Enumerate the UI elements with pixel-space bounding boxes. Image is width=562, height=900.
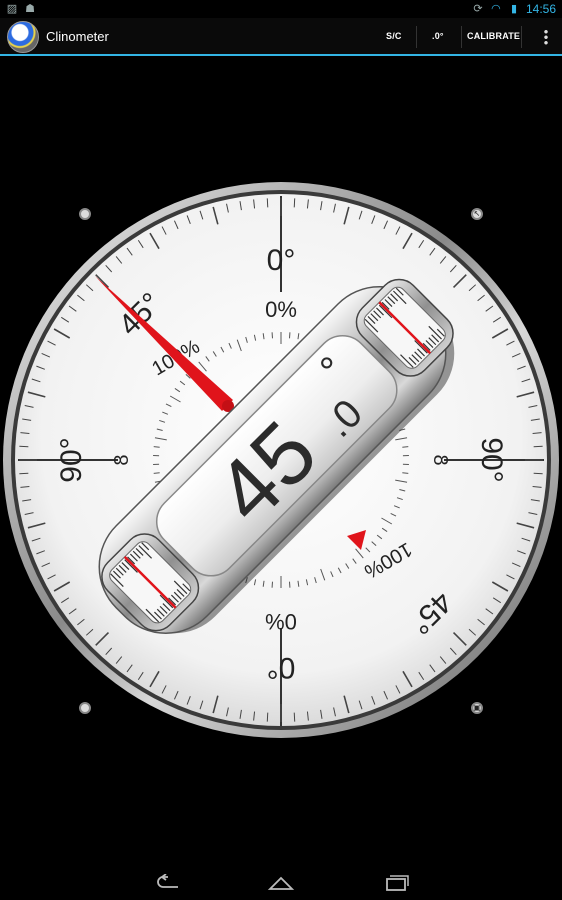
calibrate-button[interactable]: CALIBRATE xyxy=(467,31,520,41)
lock-ring-icon[interactable] xyxy=(79,208,91,220)
inner-scale-tick xyxy=(153,472,160,474)
action-bar: Clinometer S/C .0° CALIBRATE xyxy=(0,18,562,56)
app-title: Clinometer xyxy=(46,29,109,44)
inner-scale-tick xyxy=(402,446,409,448)
label-top-0-percent: 0% xyxy=(265,297,297,322)
label-right-infinity: 8 xyxy=(429,454,451,465)
back-icon[interactable] xyxy=(154,874,182,892)
wifi-icon: ◠ xyxy=(491,3,501,15)
overflow-menu-icon[interactable] xyxy=(544,29,548,45)
navigation-bar xyxy=(0,866,562,900)
label-right-90-deg: 90° xyxy=(475,437,508,482)
image-icon: ▨ xyxy=(6,3,18,15)
battery-icon: ▮ xyxy=(510,3,517,15)
android-icon: ☗ xyxy=(25,3,35,15)
action-separator xyxy=(461,26,462,48)
decimal-button[interactable]: .0° xyxy=(432,31,444,41)
label-bottom-0-deg: 0° xyxy=(267,651,296,684)
rotate-icon: ⟳ xyxy=(473,3,483,15)
status-time: 14:56 xyxy=(525,2,556,16)
arrow-icon[interactable]: ↖ xyxy=(471,208,483,220)
clinometer-gauge: 0° 0° 90° 90° 45° 45° 0% 0% 100% 100% 8 … xyxy=(3,182,559,738)
home-icon[interactable] xyxy=(267,874,295,892)
label-top-0-deg: 0° xyxy=(267,244,296,277)
recent-apps-icon[interactable] xyxy=(382,874,410,892)
label-left-90-deg: 90° xyxy=(55,437,88,482)
label-bottom-0-percent: 0% xyxy=(265,609,297,634)
lock-icon[interactable]: ▣ xyxy=(471,702,483,714)
inner-scale-tick xyxy=(402,472,409,474)
app-icon[interactable] xyxy=(7,21,39,53)
inner-scale-tick xyxy=(153,446,160,448)
action-separator xyxy=(416,26,417,48)
action-separator xyxy=(521,26,522,48)
sc-button[interactable]: S/C xyxy=(386,31,402,41)
status-bar: ▨ ☗ ⟳ ◠ ▮ 14:56 xyxy=(0,0,562,18)
label-left-infinity: 8 xyxy=(111,454,133,465)
lock-ring-icon[interactable] xyxy=(79,702,91,714)
